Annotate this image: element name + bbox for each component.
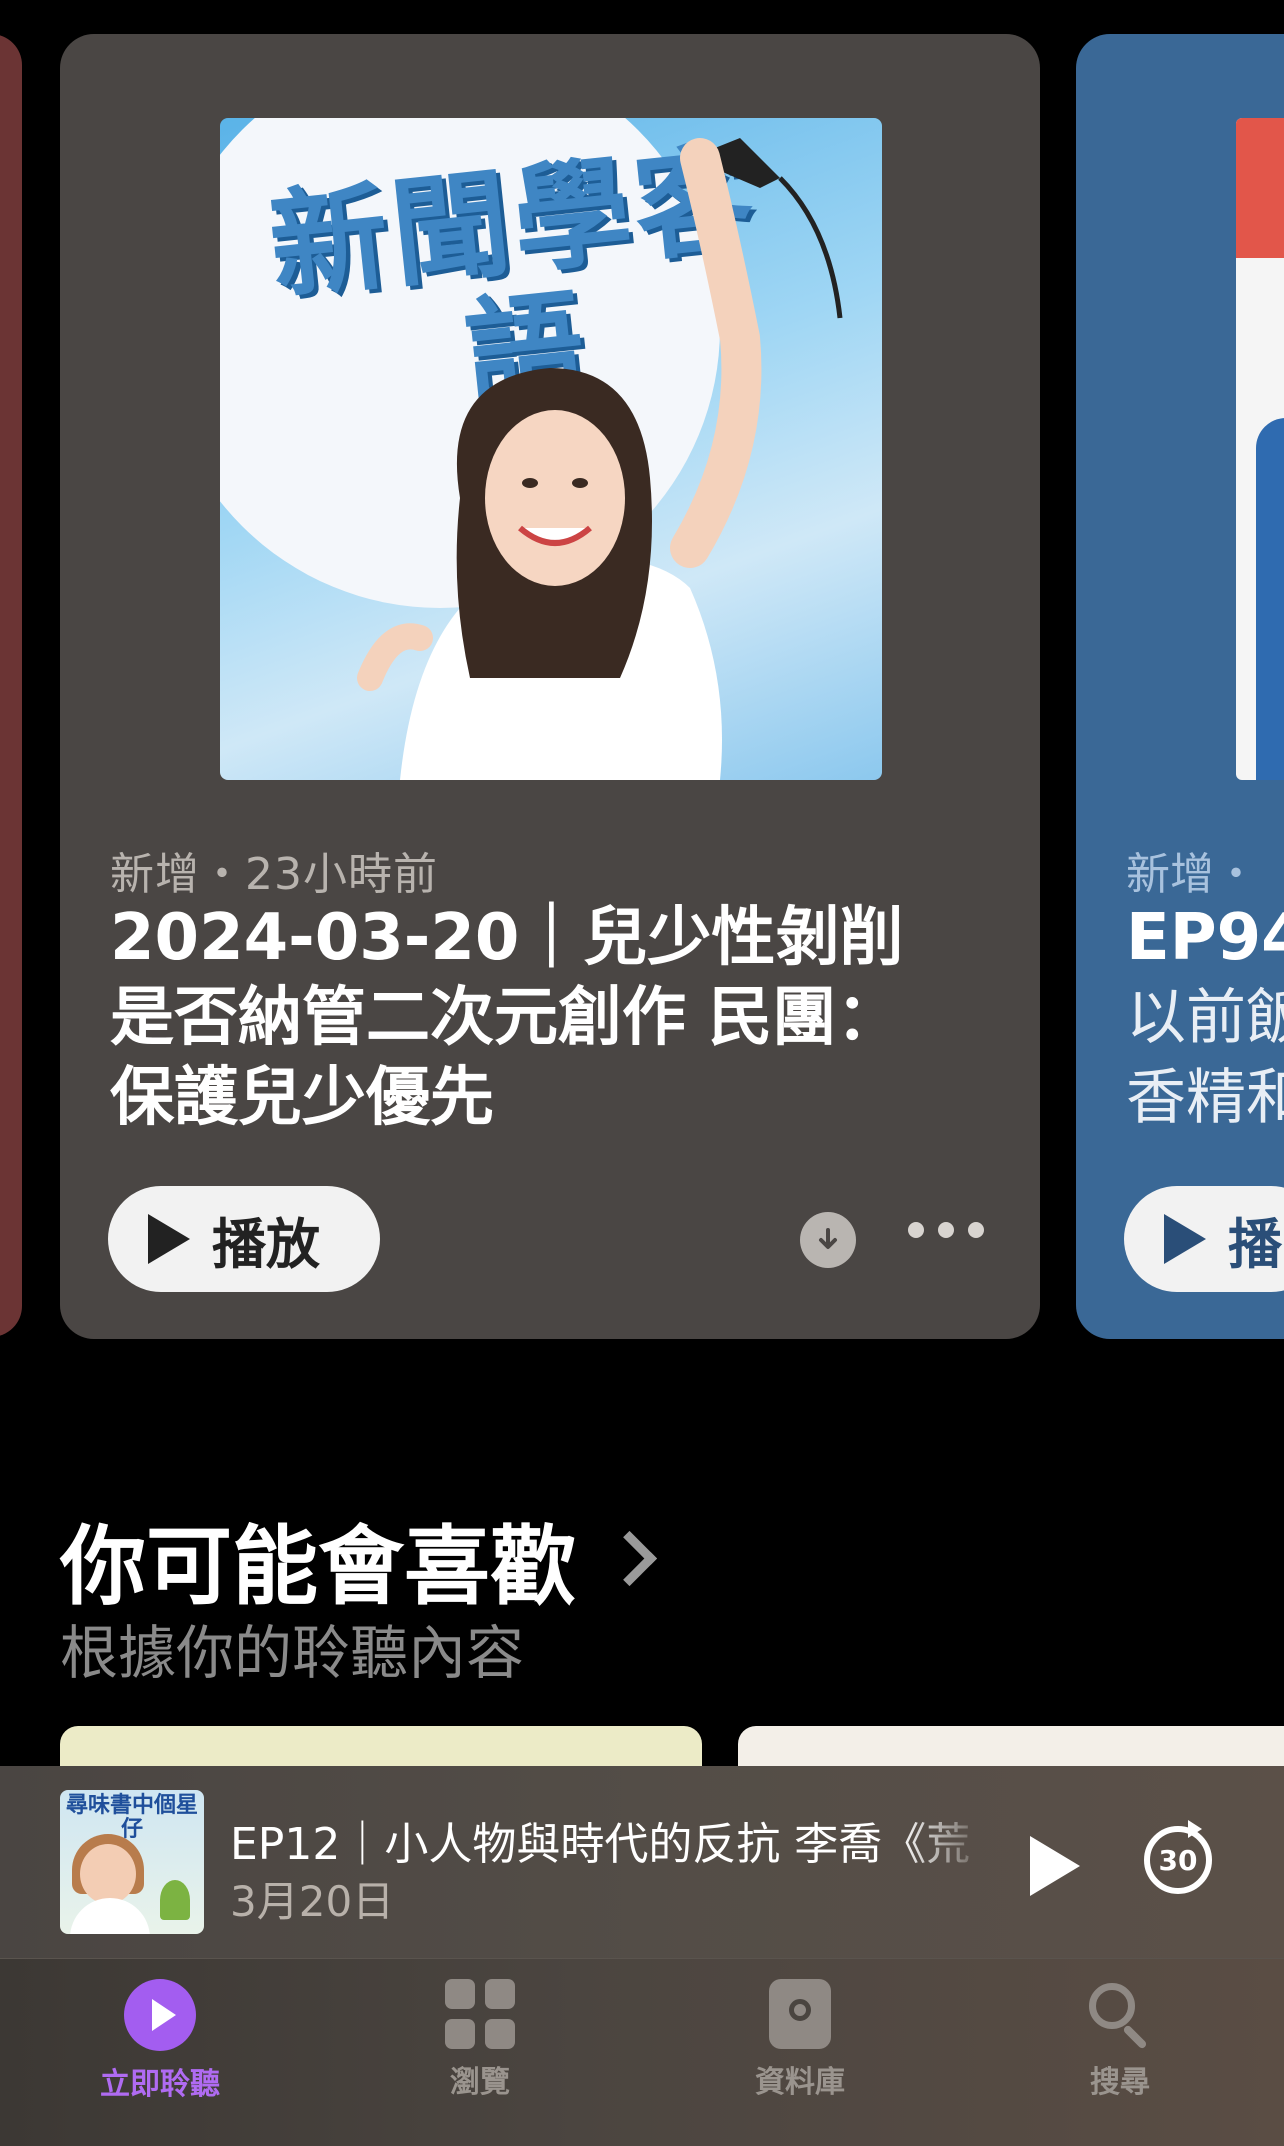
tab-listen-now[interactable]: 立即聆聽 [60,1979,260,2103]
next-episode-artwork[interactable] [1236,118,1284,780]
episode-artwork[interactable]: 新聞學客語 [220,118,882,780]
next-episode-title[interactable]: EP94 [1126,898,1284,978]
next-episode-subtitle: 以前飯 香精和 [1126,983,1284,1133]
artwork-person-illustration [357,138,843,780]
skip-forward-30-icon[interactable]: 30 [1144,1820,1212,1894]
download-button[interactable] [800,1212,856,1268]
play-icon [148,1214,190,1264]
tab-library[interactable]: 資料庫 [700,1979,900,2101]
next-play-button[interactable]: 播 [1124,1186,1284,1292]
section-subtitle: 根據你的聆聽內容 [60,1619,525,1687]
play-button[interactable]: 播放 [108,1186,380,1292]
tab-label: 瀏覽 [450,2065,510,2100]
next-play-label: 播 [1228,1212,1282,1276]
tab-label: 立即聆聽 [100,2067,220,2102]
grid-icon [445,1979,515,2049]
tab-bar: 立即聆聽 瀏覽 資料庫 搜尋 [0,1958,1284,2146]
ellipsis-icon [908,1222,924,1238]
mini-player-title[interactable]: EP12｜小人物與時代的反抗 李喬《荒 [230,1808,990,1872]
mini-player-artwork[interactable]: 尋味書中個星仔 [60,1790,204,1934]
mini-player[interactable]: 尋味書中個星仔 EP12｜小人物與時代的反抗 李喬《荒 3月20日 30 [0,1766,1284,1958]
tab-label: 搜尋 [1090,2065,1150,2100]
play-button-label: 播放 [212,1212,320,1276]
mini-artwork-title: 尋味書中個星仔 [66,1793,199,1842]
section-title: 你可能會喜歡 [60,1517,576,1617]
play-icon [1164,1214,1206,1264]
play-circle-icon [124,1979,196,2051]
download-arrow-icon [819,1228,837,1249]
skip-seconds-label: 30 [1158,1843,1198,1877]
section-header-you-may-like[interactable]: 你可能會喜歡 [60,1496,658,1621]
library-podcast-icon [769,1979,831,2049]
mini-play-icon[interactable] [1030,1836,1080,1896]
chevron-right-icon [601,1530,658,1587]
more-options-button[interactable] [908,1222,984,1238]
tab-search[interactable]: 搜尋 [1020,1979,1220,2101]
episode-meta: 新增・23小時前 [110,849,438,900]
next-episode-meta: 新增・ [1126,849,1258,900]
tab-label: 資料庫 [755,2065,845,2100]
episode-title[interactable]: 2024-03-20｜兒少性剝削是否納管二次元創作 民團：保護兒少優先 [110,898,910,1138]
mini-player-date: 3月20日 [230,1877,395,1926]
previous-episode-card[interactable] [0,34,22,1337]
search-icon [1085,1979,1155,2049]
tab-browse[interactable]: 瀏覽 [380,1979,580,2101]
